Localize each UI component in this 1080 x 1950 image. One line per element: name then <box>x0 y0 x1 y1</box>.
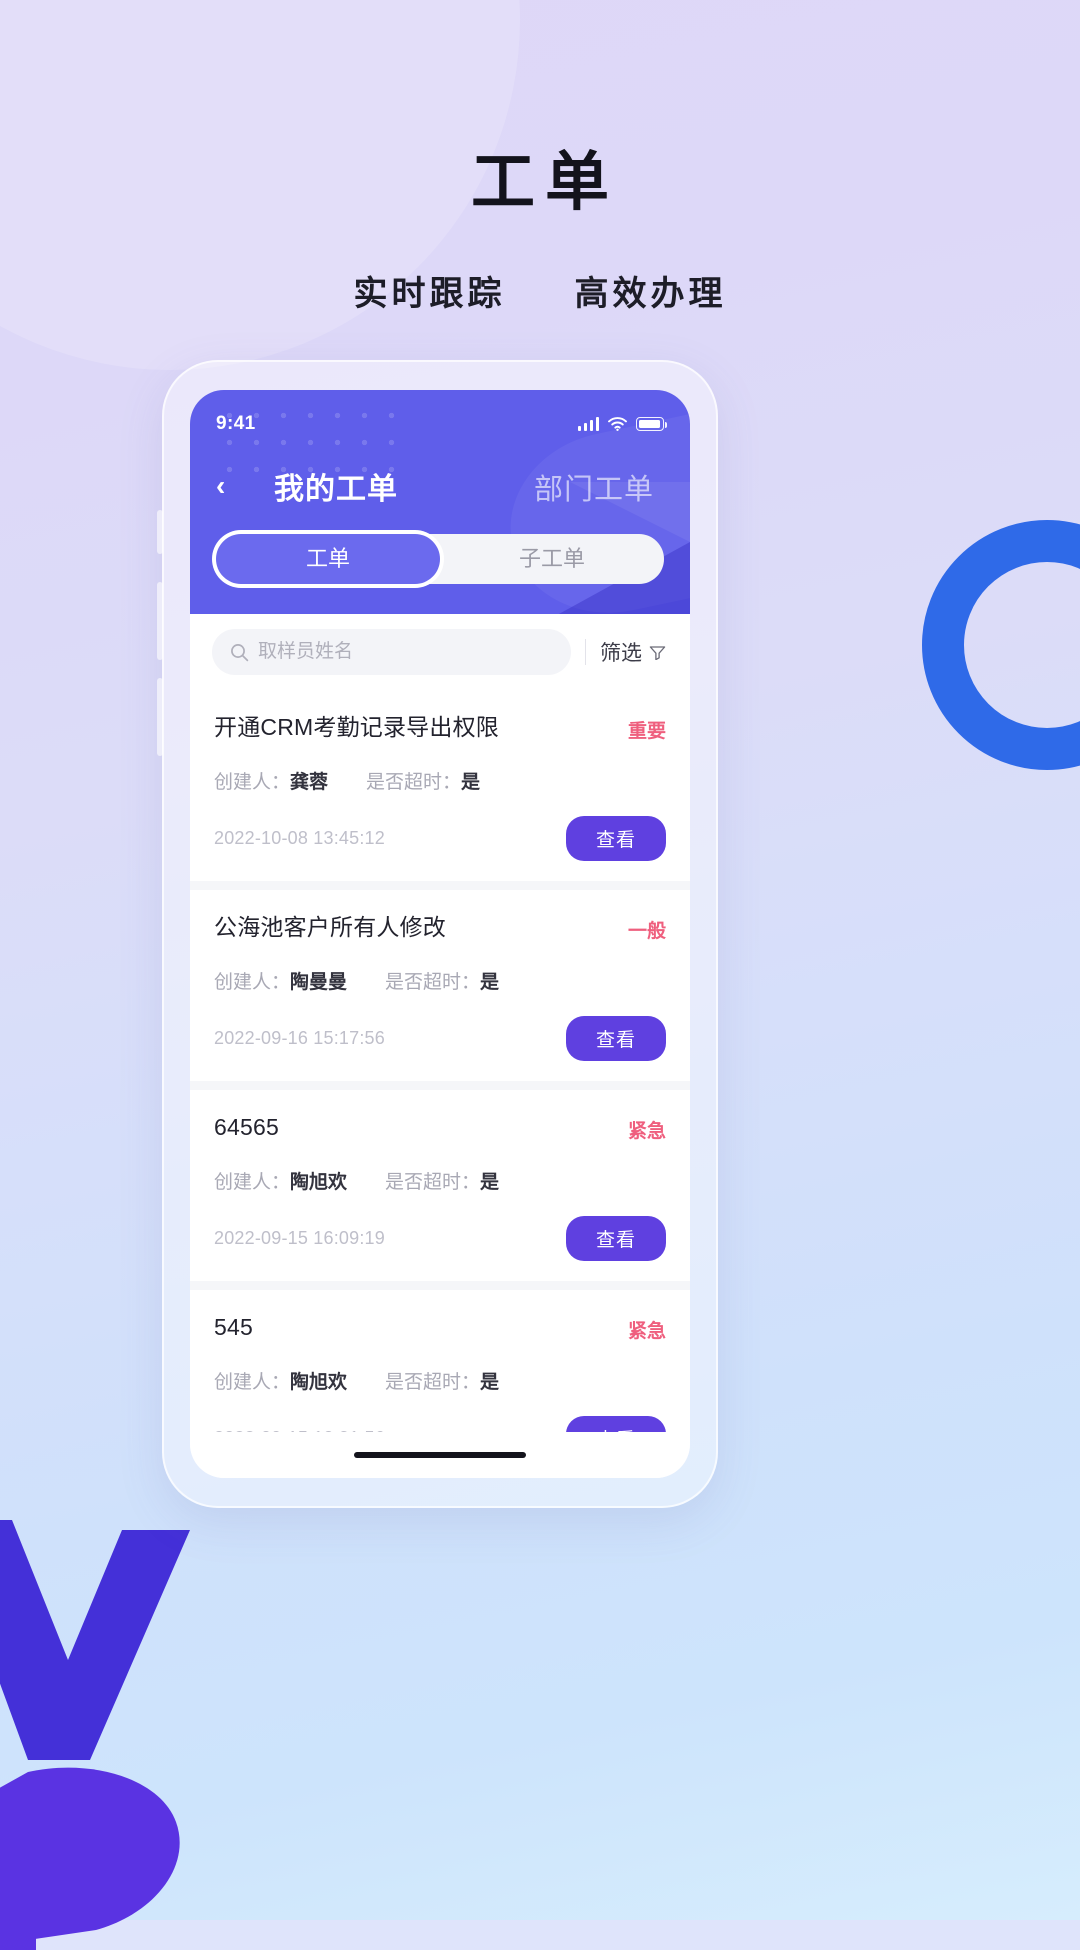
home-indicator <box>190 1432 690 1478</box>
ticket-title: 545 <box>214 1314 253 1340</box>
search-row: 筛选 <box>190 614 690 690</box>
phone-mute-button <box>157 510 163 554</box>
ticket-title: 开通CRM考勤记录导出权限 <box>214 714 499 740</box>
ticket-timestamp: 2022-09-16 15:17:56 <box>214 1028 385 1048</box>
creator-value: 陶曼曼 <box>290 972 348 993</box>
card-header: 公海池客户所有人修改 一般 <box>214 914 666 943</box>
battery-icon <box>636 417 668 431</box>
subtitle-left: 实时跟踪 <box>353 275 506 313</box>
background-ring-decoration <box>922 520 1080 770</box>
page-title: 工单 <box>471 146 619 218</box>
view-button[interactable]: 查看 <box>565 1416 666 1432</box>
ticket-meta: 创建人： 陶旭欢 是否超时： 是 <box>214 1367 666 1394</box>
app-header: 9:41 ‹ 我的工单 部门工单 工单 子工单 <box>190 390 690 614</box>
overtime-label: 是否超时： <box>385 1372 481 1393</box>
status-badge: 一般 <box>627 921 666 942</box>
list-item[interactable]: 公海池客户所有人修改 一般 创建人： 陶曼曼 是否超时： 是 2022-09-1… <box>190 890 690 1081</box>
status-bar: 9:41 <box>190 404 690 444</box>
ticket-timestamp: 2022-09-15 16:09:19 <box>214 1228 385 1248</box>
overtime-label: 是否超时： <box>366 772 462 793</box>
status-bar-icons <box>577 417 668 431</box>
subtitle-right: 高效办理 <box>574 275 727 313</box>
card-footer: 2022-09-15 16:09:19 查看 <box>214 1216 666 1261</box>
search-filter-divider <box>585 639 586 665</box>
search-input[interactable] <box>258 641 553 663</box>
card-header: 64565 紧急 <box>214 1114 666 1143</box>
back-chevron-icon[interactable]: ‹ <box>216 472 246 500</box>
creator-label: 创建人： <box>214 1172 291 1193</box>
status-badge: 紧急 <box>627 1121 666 1142</box>
segmented-control: 工单 子工单 <box>216 534 664 584</box>
status-badge: 重要 <box>627 721 666 742</box>
overtime-value: 是 <box>480 1372 500 1393</box>
creator-label: 创建人： <box>214 1372 291 1393</box>
filter-funnel-icon <box>649 645 666 660</box>
tab-department-tickets[interactable]: 部门工单 <box>534 466 654 508</box>
creator-label: 创建人： <box>214 772 291 793</box>
creator-value: 龚蓉 <box>290 772 329 793</box>
filter-label: 筛选 <box>600 642 642 665</box>
search-icon <box>230 643 249 662</box>
status-bar-time: 9:41 <box>216 413 256 434</box>
list-item[interactable]: 64565 紧急 创建人： 陶旭欢 是否超时： 是 2022-09-15 16:… <box>190 1090 690 1281</box>
view-button[interactable]: 查看 <box>565 1216 666 1261</box>
overtime-value: 是 <box>461 772 481 793</box>
phone-mockup: 9:41 ‹ 我的工单 部门工单 工单 子工单 取样员姓名 筛选 开通CRM考勤… <box>157 360 718 1508</box>
creator-value: 陶旭欢 <box>290 1372 348 1393</box>
ticket-meta: 创建人： 龚蓉 是否超时： 是 <box>214 767 666 794</box>
ticket-list[interactable]: 开通CRM考勤记录导出权限 重要 创建人： 龚蓉 是否超时： 是 2022-10… <box>190 690 690 1432</box>
segment-tickets[interactable]: 工单 <box>216 534 440 584</box>
search-box[interactable] <box>212 629 571 675</box>
overtime-label: 是否超时： <box>385 972 481 993</box>
navigation-bar: ‹ 我的工单 部门工单 <box>190 444 690 528</box>
header-tabs: 我的工单 部门工单 <box>246 464 664 508</box>
card-footer: 2022-10-08 13:45:12 查看 <box>214 816 666 861</box>
phone-screen: 9:41 ‹ 我的工单 部门工单 工单 子工单 取样员姓名 筛选 开通CRM考勤… <box>190 390 690 1478</box>
creator-label: 创建人： <box>214 972 291 993</box>
tab-my-tickets[interactable]: 我的工单 <box>274 464 398 508</box>
status-badge: 紧急 <box>627 1321 666 1342</box>
card-header: 开通CRM考勤记录导出权限 重要 <box>214 714 666 743</box>
ticket-title: 公海池客户所有人修改 <box>214 914 446 940</box>
card-header: 545 紧急 <box>214 1314 666 1343</box>
header-bottom-spacer <box>190 584 690 614</box>
cellular-signal-icon <box>577 417 599 431</box>
ticket-meta: 创建人： 陶曼曼 是否超时： 是 <box>214 967 666 994</box>
ticket-meta: 创建人： 陶旭欢 是否超时： 是 <box>214 1167 666 1194</box>
overtime-value: 是 <box>480 1172 500 1193</box>
view-button[interactable]: 查看 <box>565 1016 666 1061</box>
list-item[interactable]: 545 紧急 创建人： 陶旭欢 是否超时： 是 2022-09-15 10:31… <box>190 1290 690 1432</box>
hero-section: 工单 实时跟踪 高效办理 <box>0 150 1080 315</box>
phone-volume-up-button <box>157 582 163 660</box>
card-footer: 2022-09-16 15:17:56 查看 <box>214 1016 666 1061</box>
ticket-title: 64565 <box>214 1114 279 1140</box>
list-item[interactable]: 开通CRM考勤记录导出权限 重要 创建人： 龚蓉 是否超时： 是 2022-10… <box>190 690 690 881</box>
filter-button[interactable]: 筛选 <box>600 637 668 667</box>
wifi-icon <box>608 417 627 431</box>
view-button[interactable]: 查看 <box>565 816 666 861</box>
overtime-label: 是否超时： <box>385 1172 481 1193</box>
ticket-timestamp: 2022-10-08 13:45:12 <box>214 828 385 848</box>
page-subtitle: 实时跟踪 高效办理 <box>0 266 1080 315</box>
background-wave-decoration <box>0 1510 300 1950</box>
overtime-value: 是 <box>480 972 500 993</box>
segment-sub-tickets[interactable]: 子工单 <box>440 534 664 584</box>
phone-volume-down-button <box>157 678 163 756</box>
card-footer: 2022-09-15 10:31:56 查看 <box>214 1416 666 1432</box>
creator-value: 陶旭欢 <box>290 1172 348 1193</box>
